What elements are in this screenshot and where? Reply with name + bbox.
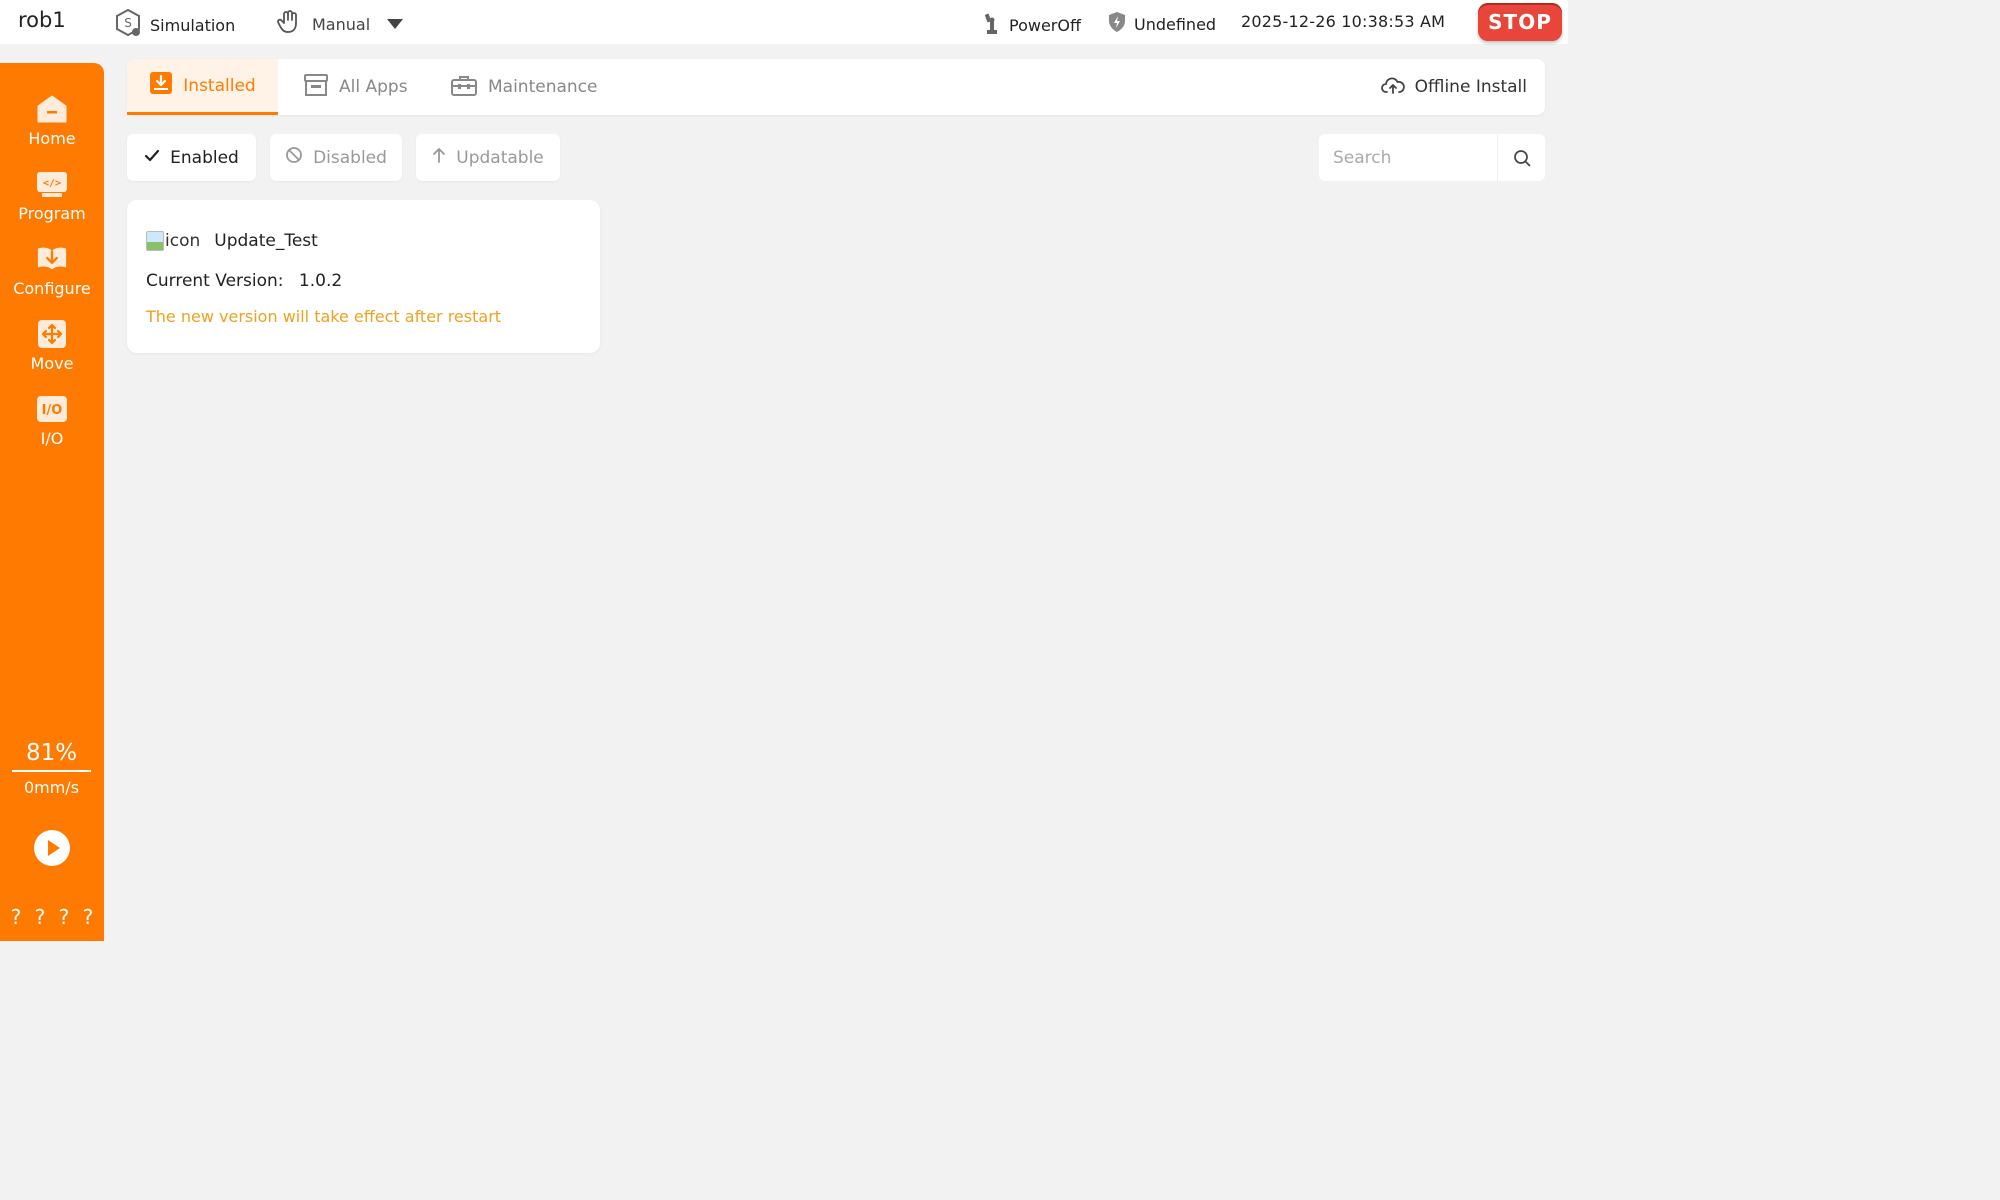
search-button[interactable] — [1497, 134, 1545, 181]
mode-dropdown[interactable]: Manual — [276, 8, 404, 40]
bottom-mark[interactable]: ? — [35, 905, 46, 929]
mode-label: Manual — [312, 14, 371, 34]
svg-text:I/O: I/O — [42, 403, 63, 418]
tab-installed[interactable]: Installed — [127, 59, 278, 115]
version-label: Current Version: — [146, 271, 284, 291]
filter-enabled-button[interactable]: Enabled — [127, 134, 256, 181]
tab-all-apps[interactable]: All Apps — [303, 59, 408, 115]
app-card[interactable]: icon Update_Test Current Version: 1.0.2 … — [127, 200, 600, 353]
tab-label: Installed — [183, 75, 256, 96]
bottom-marks: ? ? ? ? — [0, 905, 104, 929]
speed-value: 0mm/s — [23, 778, 80, 797]
home-icon — [36, 93, 68, 125]
chevron-down-icon — [386, 15, 404, 34]
offline-install-label: Offline Install — [1414, 77, 1527, 97]
sidebar-item-io[interactable]: I/O I/O — [0, 393, 104, 461]
speed-display[interactable]: 81% 0mm/s — [12, 740, 91, 797]
sidebar-item-label: Configure — [13, 279, 91, 298]
safety-status[interactable]: Undefined — [1108, 11, 1216, 37]
filter-updatable-button[interactable]: Updatable — [416, 134, 560, 181]
filter-label: Updatable — [456, 147, 544, 168]
hand-icon — [276, 8, 304, 40]
sidebar-item-move[interactable]: Move — [0, 318, 104, 386]
speed-percent: 81% — [12, 740, 91, 772]
stop-button[interactable]: STOP — [1478, 3, 1562, 41]
filter-label: Enabled — [170, 147, 239, 168]
program-icon: </> — [36, 168, 68, 200]
app-name: Update_Test — [214, 231, 318, 251]
app-icon-alt: icon — [165, 231, 201, 251]
arrow-up-icon — [432, 147, 446, 168]
datetime: 2025-12-26 10:38:53 AM — [1241, 12, 1446, 31]
svg-text:</>: </> — [43, 178, 61, 189]
power-status[interactable]: PowerOff — [983, 11, 1081, 39]
power-label: PowerOff — [1009, 15, 1081, 35]
filter-label: Disabled — [313, 147, 387, 168]
sidebar-item-label: Home — [28, 129, 76, 148]
version-value: 1.0.2 — [298, 271, 343, 291]
sidebar-item-program[interactable]: </> Program — [0, 168, 104, 236]
bottom-mark[interactable]: ? — [59, 905, 70, 929]
installed-icon — [149, 71, 173, 100]
sidebar: Home </> Program Configure Move I/O I/O … — [0, 63, 104, 941]
robot-arm-icon — [983, 11, 1001, 39]
sidebar-item-configure[interactable]: Configure — [0, 243, 104, 311]
move-icon — [36, 318, 68, 350]
svg-text:S: S — [124, 16, 132, 30]
safety-label: Undefined — [1134, 14, 1217, 34]
simulation-icon: S — [114, 8, 142, 42]
simulation-status[interactable]: S Simulation — [114, 8, 235, 42]
sidebar-item-label: I/O — [40, 429, 64, 448]
check-icon — [144, 148, 160, 168]
search-icon — [1513, 149, 1530, 166]
app-version: Current Version: 1.0.2 — [146, 271, 342, 291]
toolbox-icon — [450, 73, 478, 102]
play-button[interactable] — [33, 829, 71, 867]
bottom-mark[interactable]: ? — [11, 905, 22, 929]
search-input[interactable] — [1319, 134, 1497, 181]
sidebar-item-label: Move — [30, 354, 74, 373]
simulation-label: Simulation — [150, 15, 236, 35]
bottom-mark[interactable]: ? — [83, 905, 94, 929]
store-icon — [303, 73, 329, 102]
ban-icon — [285, 146, 303, 169]
tab-label: Maintenance — [488, 77, 598, 97]
robot-name[interactable]: rob1 — [18, 8, 66, 32]
shield-icon — [1108, 11, 1126, 37]
tab-maintenance[interactable]: Maintenance — [450, 59, 597, 115]
play-icon — [34, 830, 70, 866]
restart-note: The new version will take effect after r… — [146, 307, 502, 326]
broken-image-icon — [146, 231, 164, 251]
sidebar-item-label: Program — [18, 204, 86, 223]
tabs-bar: Installed All Apps Maintenance Offline I… — [127, 59, 1545, 115]
search-box — [1319, 134, 1545, 181]
offline-install-button[interactable]: Offline Install — [1380, 59, 1527, 115]
filter-disabled-button[interactable]: Disabled — [270, 134, 402, 181]
top-bar: rob1 S Simulation Manual PowerOff Undefi… — [0, 0, 1568, 44]
cloud-upload-icon — [1380, 75, 1405, 100]
io-icon: I/O — [36, 393, 68, 425]
app-icon: icon — [146, 231, 200, 251]
tab-label: All Apps — [339, 77, 408, 97]
app-header: icon Update_Test — [146, 231, 318, 251]
configure-icon — [36, 243, 68, 275]
sidebar-item-home[interactable]: Home — [0, 93, 104, 161]
